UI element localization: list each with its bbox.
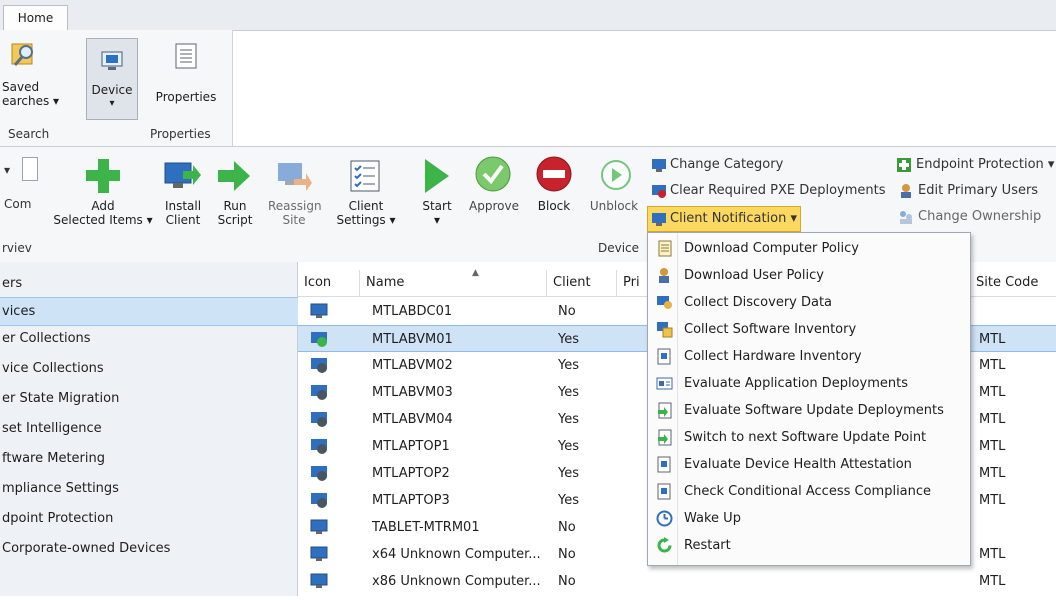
sidebar-item-user-state-migration[interactable]: er State Migration xyxy=(0,385,299,412)
device-icon xyxy=(310,514,328,541)
left-dropdown-arrow[interactable]: ▾ xyxy=(4,163,10,177)
saved-searches-button[interactable]: Saved earches ▾ xyxy=(2,80,62,108)
client-notification-button[interactable]: Client Notification ▾ xyxy=(647,206,801,232)
clear-pxe-button[interactable]: Clear Required PXE Deployments xyxy=(670,183,886,198)
compliance-icon xyxy=(656,483,673,500)
device-icon xyxy=(310,541,328,568)
install-client-button[interactable]: Install Client xyxy=(158,199,208,227)
left-fragment-overview: rviev xyxy=(2,241,32,255)
switch-update-icon xyxy=(656,429,673,446)
tab-home[interactable]: Home xyxy=(3,5,68,32)
client-settings-button[interactable]: Client Settings ▾ xyxy=(334,199,398,227)
discovery-icon xyxy=(656,294,673,311)
sidebar-item-asset-intelligence[interactable]: set Intelligence xyxy=(0,415,299,442)
sidebar-item-software-metering[interactable]: ftware Metering xyxy=(0,445,299,472)
sort-ascending-icon: ▲ xyxy=(472,268,479,278)
sidebar-item-device-collections[interactable]: vice Collections xyxy=(0,355,299,382)
menu-item-collect-discovery-data[interactable]: Collect Discovery Data xyxy=(648,289,970,316)
sidebar-item-endpoint-protection[interactable]: dpoint Protection xyxy=(0,505,299,532)
menu-item-download-computer-policy[interactable]: Download Computer Policy xyxy=(648,235,970,262)
hardware-inventory-icon xyxy=(656,348,673,365)
search-group-label: Search xyxy=(8,127,50,141)
menu-item-collect-hardware-inventory[interactable]: Collect Hardware Inventory xyxy=(648,343,970,370)
health-icon xyxy=(656,456,673,473)
device-button[interactable]: Device ▾ xyxy=(86,38,138,120)
device-blocked-icon xyxy=(310,352,328,379)
approve-button[interactable]: Approve xyxy=(466,199,522,213)
sidebar-item-user-collections[interactable]: er Collections xyxy=(0,325,299,352)
menu-item-evaluate-application-deployments[interactable]: Evaluate Application Deployments xyxy=(648,370,970,397)
application-icon xyxy=(656,375,673,392)
menu-item-switch-software-update-point[interactable]: Switch to next Software Update Point xyxy=(648,424,970,451)
left-dropdown-box[interactable] xyxy=(22,157,38,181)
run-script-icon xyxy=(216,159,252,193)
device-blocked-icon xyxy=(310,433,328,460)
start-button[interactable]: Start ▾ xyxy=(412,199,462,227)
install-client-icon xyxy=(163,157,201,193)
navigation-sidebar: ers vices er Collections vice Collection… xyxy=(0,262,299,596)
start-icon xyxy=(422,157,452,195)
clock-icon xyxy=(656,510,673,527)
device-blocked-icon xyxy=(310,487,328,514)
menu-item-download-user-policy[interactable]: Download User Policy xyxy=(648,262,970,289)
update-icon xyxy=(656,402,673,419)
properties-icon xyxy=(173,42,199,70)
change-ownership-button[interactable]: Change Ownership xyxy=(918,209,1041,224)
add-selected-items-button[interactable]: Add Selected Items ▾ xyxy=(48,199,158,227)
properties-button[interactable]: Properties xyxy=(150,90,222,104)
sidebar-item-compliance-settings[interactable]: mpliance Settings xyxy=(0,475,299,502)
device-client-icon xyxy=(310,326,328,353)
user-icon xyxy=(656,267,673,284)
menu-item-collect-software-inventory[interactable]: Collect Software Inventory xyxy=(648,316,970,343)
device-blocked-icon xyxy=(310,406,328,433)
menu-item-check-conditional-access-compliance[interactable]: Check Conditional Access Compliance xyxy=(648,478,970,505)
change-category-icon xyxy=(651,157,667,173)
block-icon xyxy=(535,155,573,193)
menu-item-evaluate-device-health-attestation[interactable]: Evaluate Device Health Attestation xyxy=(648,451,970,478)
column-header-icon[interactable]: Icon xyxy=(298,270,360,296)
client-settings-icon xyxy=(348,159,382,193)
edit-primary-users-button[interactable]: Edit Primary Users xyxy=(918,183,1038,198)
sidebar-item-users[interactable]: ers xyxy=(0,270,299,297)
properties-group-label: Properties xyxy=(150,127,211,141)
sidebar-item-devices[interactable]: vices xyxy=(0,297,299,326)
reassign-site-icon xyxy=(276,159,312,193)
device-group-label: Device xyxy=(598,241,640,255)
run-script-button[interactable]: Run Script xyxy=(212,199,258,227)
approve-icon xyxy=(474,155,512,193)
endpoint-protection-button[interactable]: Endpoint Protection ▾ xyxy=(916,157,1054,172)
block-button[interactable]: Block xyxy=(530,199,578,213)
menu-item-evaluate-software-update-deployments[interactable]: Evaluate Software Update Deployments xyxy=(648,397,970,424)
ribbon-tab-bar xyxy=(0,0,1056,31)
change-ownership-icon xyxy=(898,209,914,225)
unblock-button[interactable]: Unblock xyxy=(584,199,644,213)
clear-pxe-icon xyxy=(651,183,667,199)
column-header-site-code[interactable]: Site Code xyxy=(970,270,1056,296)
restart-icon xyxy=(656,537,673,554)
device-blocked-icon xyxy=(310,379,328,406)
endpoint-protection-icon xyxy=(896,157,912,173)
add-plus-icon xyxy=(84,157,122,195)
reassign-site-button[interactable]: Reassign Site xyxy=(268,199,322,227)
policy-icon xyxy=(656,240,673,257)
sidebar-item-corporate-owned-devices[interactable]: Corporate-owned Devices xyxy=(0,535,299,562)
table-row[interactable]: x86 Unknown Computer... No MTL xyxy=(298,568,1056,595)
ribbon-home-panel: Saved earches ▾ Device ▾ Properties Sear… xyxy=(0,30,233,146)
column-header-name[interactable]: Name ▲ xyxy=(360,268,547,296)
edit-primary-users-icon xyxy=(898,183,914,199)
change-category-button[interactable]: Change Category xyxy=(670,157,783,172)
device-icon xyxy=(310,298,328,325)
client-notification-icon xyxy=(651,211,667,227)
device-blocked-icon xyxy=(310,460,328,487)
saved-searches-icon xyxy=(10,40,38,68)
menu-item-wake-up[interactable]: Wake Up xyxy=(648,505,970,532)
unblock-icon xyxy=(600,159,632,191)
device-icon xyxy=(310,568,328,595)
menu-item-restart[interactable]: Restart xyxy=(648,532,970,559)
client-notification-menu: Download Computer Policy Download User P… xyxy=(647,232,971,566)
left-fragment-com: Com xyxy=(4,197,32,211)
column-header-client[interactable]: Client xyxy=(547,270,617,296)
software-inventory-icon xyxy=(656,321,673,338)
device-icon xyxy=(100,49,124,73)
